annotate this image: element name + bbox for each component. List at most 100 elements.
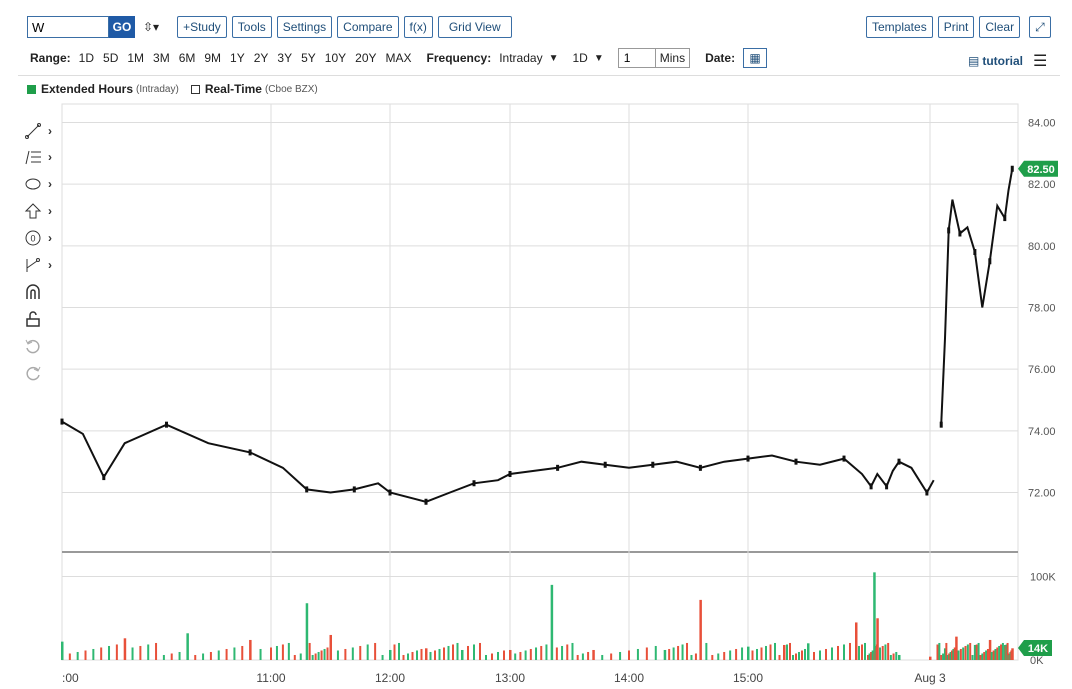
price-candle (939, 421, 943, 428)
volume-bar (875, 644, 878, 660)
magnet-tool[interactable] (24, 281, 58, 303)
compare-button[interactable]: Compare (337, 16, 399, 38)
volume-bar (1000, 644, 1003, 660)
price-candle (603, 461, 607, 468)
price-line (940, 168, 1014, 425)
arrow-tool[interactable]: › (24, 200, 58, 222)
volume-bar (938, 642, 941, 660)
price-tick-label: 80.00 (1028, 241, 1056, 253)
price-tick-label: 78.00 (1028, 303, 1056, 315)
annotation-tool[interactable]: 0 › (24, 227, 58, 249)
legend-extended: Extended Hours (41, 82, 134, 96)
volume-bar (645, 647, 648, 660)
expand-icon[interactable]: ⤢ (1029, 16, 1051, 38)
range-option-9m[interactable]: 9M (204, 51, 221, 65)
volume-bar (792, 654, 794, 660)
range-option-20y[interactable]: 20Y (355, 51, 376, 65)
volume-bar (610, 653, 613, 660)
price-candle (1003, 215, 1007, 222)
frequency-select[interactable]: Intraday (499, 51, 542, 65)
film-icon: ▤ (968, 54, 980, 68)
price-candle (925, 489, 929, 496)
volume-bar (270, 647, 272, 660)
chevron-down-icon[interactable]: ▼ (549, 53, 559, 64)
volume-bar (162, 654, 165, 660)
trendline-icon (25, 123, 41, 139)
volume-bar (503, 650, 505, 660)
realtime-checkbox[interactable] (190, 84, 200, 94)
volume-bar (628, 650, 630, 660)
volume-bar (1010, 650, 1013, 660)
go-button[interactable]: GO (109, 16, 135, 38)
volume-bar (723, 651, 726, 660)
menu-icon[interactable]: ☰ (1033, 51, 1047, 71)
range-option-max[interactable]: MAX (386, 51, 412, 65)
range-option-1d[interactable]: 1D (79, 51, 94, 65)
volume-bar (452, 644, 454, 660)
frequency-label: Frequency: (426, 51, 492, 65)
fib-tool[interactable]: › (24, 146, 58, 168)
range-option-10y[interactable]: 10Y (325, 51, 346, 65)
tutorial-link[interactable]: tutorial (982, 54, 1023, 68)
volume-bar (389, 649, 392, 660)
range-option-1m[interactable]: 1M (127, 51, 144, 65)
study-button[interactable]: +Study (177, 16, 227, 38)
legend-realtime-sub: (Cboe BZX) (264, 83, 318, 95)
shape-tool[interactable]: › (24, 173, 58, 195)
extended-hours-checkbox[interactable] (27, 84, 36, 94)
volume-bar (514, 653, 517, 660)
volume-bar (686, 642, 689, 660)
volume-bar (668, 648, 671, 660)
volume-bar (1008, 653, 1011, 660)
volume-bar (209, 651, 212, 660)
symbol-input[interactable] (27, 16, 109, 38)
volume-bar (955, 636, 958, 660)
range-option-5d[interactable]: 5D (103, 51, 118, 65)
last-volume-label: 14K (1028, 643, 1048, 655)
chart-type-icon[interactable]: ⇳▾ (143, 20, 159, 34)
lock-tool[interactable] (24, 308, 58, 330)
interval-input[interactable] (617, 48, 656, 68)
line-tool[interactable]: › (24, 120, 58, 142)
print-button[interactable]: Print (937, 16, 975, 38)
volume-bar (807, 643, 810, 660)
legend: Extended Hours (Intraday) Real-Time (Cbo… (27, 82, 330, 96)
undo-tool[interactable] (24, 335, 58, 357)
price-candle (388, 489, 392, 496)
period-select[interactable]: 1D (572, 51, 587, 65)
templates-button[interactable]: Templates (866, 16, 933, 38)
range-option-2y[interactable]: 2Y (254, 51, 269, 65)
price-candle (794, 458, 798, 465)
range-option-6m[interactable]: 6M (179, 51, 196, 65)
measure-tool[interactable]: › (24, 254, 58, 276)
volume-bar (1007, 654, 1010, 660)
range-option-3y[interactable]: 3Y (277, 51, 292, 65)
tools-button[interactable]: Tools (231, 16, 272, 38)
volume-bar (895, 651, 898, 660)
calendar-icon[interactable]: ▦ (743, 48, 768, 68)
volume-bar (550, 584, 554, 660)
volume-bar (1001, 642, 1004, 660)
volume-bar (601, 654, 604, 660)
settings-button[interactable]: Settings (276, 16, 333, 38)
grid-view-button[interactable]: Grid View (437, 16, 512, 38)
price-tick-label: 84.00 (1028, 118, 1056, 130)
clear-button[interactable]: Clear (979, 16, 1021, 38)
volume-bar (874, 648, 877, 660)
volume-bar (566, 644, 569, 660)
volume-bar (789, 642, 791, 660)
range-option-1y[interactable]: 1Y (230, 51, 245, 65)
volume-bar (751, 650, 754, 660)
range-option-3m[interactable]: 3M (153, 51, 170, 65)
redo-tool[interactable] (24, 362, 58, 384)
volume-bar (581, 653, 584, 660)
range-option-5y[interactable]: 5Y (301, 51, 316, 65)
volume-bar (873, 651, 876, 660)
volume-bar (985, 650, 988, 660)
time-tick-label: :00 (62, 671, 79, 685)
volume-bar (783, 644, 786, 660)
arrow-up-icon (24, 203, 42, 219)
redo-icon (26, 366, 41, 381)
chevron-down-icon[interactable]: ▼ (594, 53, 604, 64)
fx-button[interactable]: f(x) (403, 16, 433, 38)
